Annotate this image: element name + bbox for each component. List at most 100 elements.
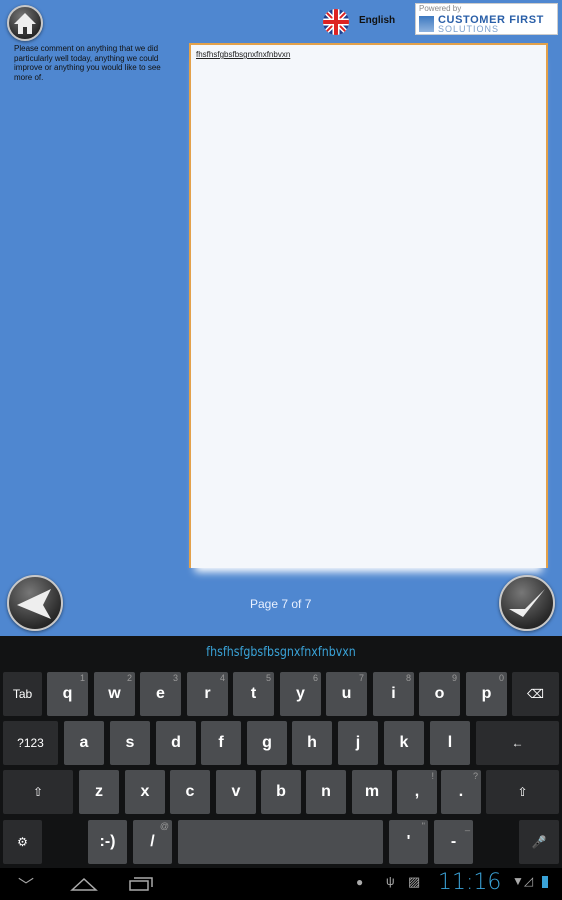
key[interactable]: q1 (47, 672, 88, 716)
key-label: r (204, 685, 211, 702)
key-hint: 3 (172, 673, 178, 683)
key[interactable]: j (338, 721, 378, 765)
key[interactable]: d (156, 721, 196, 765)
key-label: q (62, 685, 73, 702)
key[interactable]: o9 (419, 672, 460, 716)
key-label: t (250, 685, 257, 702)
key-label: l (447, 734, 453, 751)
key-label: :-) (99, 833, 116, 850)
home-nav-icon[interactable] (70, 876, 98, 892)
key[interactable]: ⌫ (512, 672, 559, 716)
key[interactable]: ⇧ (3, 770, 73, 814)
key[interactable]: t5 (233, 672, 274, 716)
comment-textarea[interactable]: fhsfhsfgbsfbsgnxfnxfnbvxn (189, 43, 548, 568)
home-button[interactable] (7, 5, 43, 41)
key-label: b (276, 783, 286, 800)
key[interactable]: ' " (389, 820, 428, 864)
key[interactable]: g (247, 721, 287, 765)
key-hint: ? (472, 771, 478, 781)
key-label: v (231, 783, 241, 800)
wifi-signal-icon: ▼◿ (512, 874, 534, 888)
key-label: x (140, 783, 150, 800)
key-label: ⇧ (517, 785, 528, 799)
key[interactable]: ,! (397, 770, 437, 814)
key-hint: 2 (126, 673, 132, 683)
key[interactable]: ← (476, 721, 559, 765)
key[interactable]: w2 (94, 672, 135, 716)
key-label: p (481, 685, 492, 702)
key-label: o (434, 685, 445, 702)
hide-keyboard-icon[interactable]: ﹀ (18, 872, 34, 896)
key-label: z (95, 783, 103, 800)
key-label: i (391, 685, 396, 702)
home-icon (14, 13, 36, 34)
key[interactable]: y6 (280, 672, 321, 716)
space-key[interactable] (178, 820, 383, 864)
key-label: w (108, 685, 121, 702)
key-label: e (156, 685, 165, 702)
checkmark-icon (509, 589, 545, 617)
uk-flag-icon[interactable] (323, 9, 349, 35)
key[interactable]: l (430, 721, 470, 765)
key[interactable]: .? (441, 770, 481, 814)
key[interactable]: m (352, 770, 392, 814)
key[interactable]: b (261, 770, 301, 814)
key-label: ' (406, 833, 411, 850)
key[interactable]: / @ (133, 820, 172, 864)
key-label: j (355, 734, 361, 751)
suggestion-bar[interactable]: fhsfhsfgbsfbsgnxfnxfnbvxn (42, 636, 520, 669)
key[interactable]: k (384, 721, 424, 765)
key[interactable]: - _ (434, 820, 473, 864)
key-hint: 7 (358, 673, 364, 683)
key[interactable]: z (79, 770, 119, 814)
language-label[interactable]: English (359, 15, 395, 26)
arrow-left-icon (17, 589, 51, 619)
key-label: u (341, 685, 352, 702)
key-label: h (307, 734, 317, 751)
key[interactable]: s (110, 721, 150, 765)
key[interactable]: n (306, 770, 346, 814)
key[interactable]: Tab (3, 672, 42, 716)
key-hint: 1 (79, 673, 85, 683)
customer-first-logo: Powered by CUSTOMER FIRST SOLUTIONS (415, 3, 558, 35)
key-hint: @ (159, 821, 169, 831)
key-label: g (262, 734, 272, 751)
page-indicator: Page 7 of 7 (250, 597, 312, 611)
key-label: ← (511, 736, 524, 750)
key[interactable]: r4 (187, 672, 228, 716)
key[interactable]: f (201, 721, 241, 765)
key[interactable]: p0 (466, 672, 507, 716)
key[interactable]: ⇧ (486, 770, 559, 814)
key[interactable]: u7 (326, 672, 367, 716)
key-label: / (150, 833, 155, 850)
recent-apps-icon[interactable] (128, 876, 154, 892)
key-hint: 5 (265, 673, 271, 683)
key[interactable]: e3 (140, 672, 181, 716)
key[interactable]: v (216, 770, 256, 814)
comment-text: fhsfhsfgbsfbsgnxfnxfnbvxn (196, 50, 291, 59)
key-label: Tab (12, 687, 33, 701)
key-label: - (450, 833, 457, 850)
key[interactable]: h (292, 721, 332, 765)
key-label: . (458, 783, 464, 800)
key-label: n (321, 783, 331, 800)
key[interactable]: c (170, 770, 210, 814)
key[interactable]: i8 (373, 672, 414, 716)
back-button[interactable] (7, 575, 63, 631)
usb-icon: ψ (386, 874, 395, 888)
key[interactable]: a (64, 721, 104, 765)
key[interactable]: ⚙ (3, 820, 42, 864)
key-hint: 8 (405, 673, 411, 683)
key[interactable]: ?123 (3, 721, 58, 765)
key[interactable]: 🎤 (519, 820, 559, 864)
android-debug-icon: ● (356, 875, 364, 889)
key-label: ⇧ (32, 785, 44, 799)
key-label: m (364, 783, 380, 800)
key[interactable]: :-) (88, 820, 127, 864)
battery-icon (542, 876, 548, 888)
key-label: , (414, 783, 420, 800)
key[interactable]: x (125, 770, 165, 814)
finish-button[interactable] (499, 575, 555, 631)
image-notification-icon: ▨ (408, 874, 421, 889)
key-label: y (296, 685, 305, 702)
